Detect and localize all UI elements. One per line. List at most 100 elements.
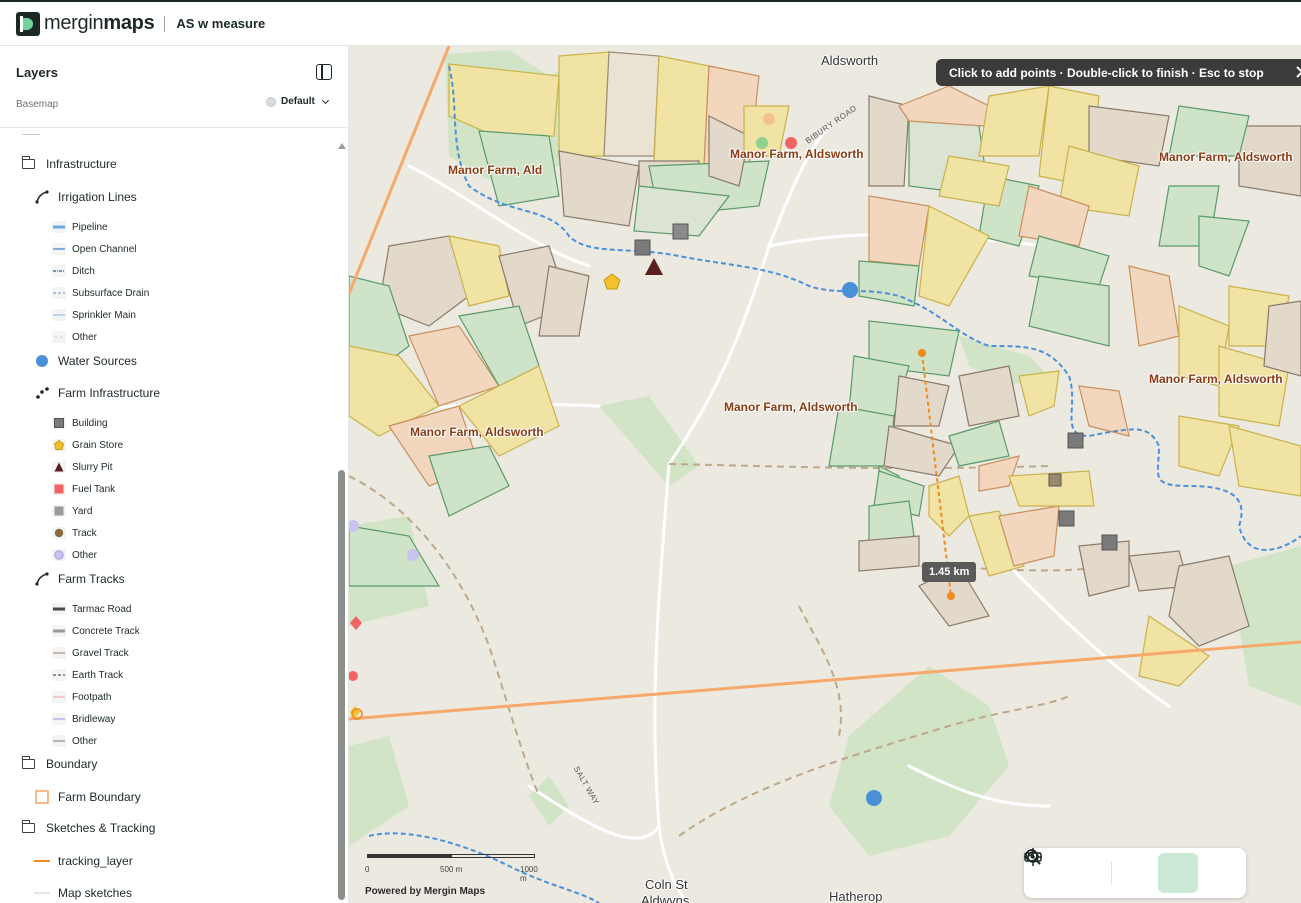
scale-tick-end: 1000 m — [520, 865, 538, 883]
legend-footpath: Footpath — [52, 691, 111, 703]
layer-map-sketches[interactable]: Map sketches — [34, 885, 132, 901]
header-divider — [164, 15, 166, 32]
legend-slurry-pit: Slurry Pit — [52, 461, 113, 473]
sidebar-toggle-icon[interactable] — [316, 64, 332, 80]
attribution[interactable]: Powered by Mergin Maps — [365, 886, 485, 897]
gravel-track-symbol-icon — [52, 647, 66, 659]
legend-building: Building — [52, 417, 108, 429]
layer-tracking[interactable]: tracking_layer — [34, 853, 133, 869]
folder-icon — [21, 756, 35, 769]
legend-concrete-track: Concrete Track — [52, 625, 140, 637]
layer-irrigation-lines[interactable]: Irrigation Lines — [34, 189, 137, 205]
scale-tick-mid: 500 m — [440, 865, 463, 874]
app-header: merginmaps AS w measure — [0, 0, 1301, 46]
line-layer-icon — [34, 189, 50, 205]
measure-button[interactable] — [1024, 852, 1198, 893]
legend-open-channel: Open Channel — [52, 243, 137, 255]
mergin-logo-icon[interactable] — [16, 11, 40, 36]
other-line-symbol-icon — [52, 735, 66, 747]
legend-fuel-tank: Fuel Tank — [52, 483, 115, 495]
layer-farm-infrastructure[interactable]: Farm Infrastructure — [34, 385, 160, 401]
other-line-symbol-icon — [52, 331, 66, 343]
place-label: Aldsworth — [821, 53, 879, 68]
place-label: Aldwyns — [641, 893, 690, 903]
map-toolbar — [1024, 848, 1246, 898]
legend-subsurface-drain: Subsurface Drain — [52, 287, 149, 299]
tarmac-road-symbol-icon — [52, 603, 66, 615]
legend-pipeline: Pipeline — [52, 221, 108, 233]
ditch-symbol-icon — [52, 265, 66, 277]
basemap-label: Basemap — [16, 99, 59, 110]
yard-symbol-icon — [52, 505, 66, 517]
close-icon[interactable] — [1294, 64, 1301, 80]
fuel-tank-symbol-icon — [52, 483, 66, 495]
layer-water-sources[interactable]: Water Sources — [34, 353, 137, 369]
layer-farm-tracks[interactable]: Farm Tracks — [34, 571, 125, 587]
track-symbol-icon — [52, 527, 66, 539]
layer-label: Map sketches — [58, 886, 133, 900]
concrete-track-symbol-icon — [52, 625, 66, 637]
tracking-line-icon — [34, 853, 50, 869]
logo-text-bold: maps — [103, 12, 155, 34]
layers-panel: Layers Basemap Default Infrastructure Ir… — [0, 46, 349, 903]
sketch-icon — [34, 885, 50, 901]
point-layer-icon — [34, 385, 50, 401]
legend-infra-other: Other — [52, 549, 97, 561]
layer-scrollbar-thumb[interactable] — [338, 470, 345, 900]
open-channel-symbol-icon — [52, 243, 66, 255]
group-infrastructure[interactable]: Infrastructure — [21, 156, 117, 171]
group-label: Infrastructure — [46, 157, 117, 171]
layer-label: Irrigation Lines — [58, 190, 137, 204]
layer-label: tracking_layer — [58, 854, 133, 868]
layer-label: Farm Boundary — [58, 790, 141, 804]
folder-icon — [21, 820, 35, 833]
legend-ditch: Ditch — [52, 265, 95, 277]
locate-button[interactable] — [1024, 848, 1148, 887]
clipped-row — [22, 131, 40, 135]
scale-bar: 0 500 m 1000 m — [365, 854, 538, 883]
layer-farm-boundary[interactable]: Farm Boundary — [34, 789, 141, 805]
polygon-outline-icon — [34, 789, 50, 805]
basemap-value: Default — [281, 96, 315, 107]
layer-label: Farm Tracks — [58, 572, 125, 586]
zoom-out-button[interactable] — [1025, 849, 1101, 887]
legend-tarmac-road: Tarmac Road — [52, 603, 131, 615]
basemap-select[interactable]: Default — [266, 96, 329, 107]
line-layer-icon — [34, 571, 50, 587]
toolbar-divider — [1111, 862, 1112, 884]
project-title: AS w measure — [176, 16, 266, 31]
field-label: Manor Farm, Aldsworth — [1159, 150, 1293, 164]
legend-gravel-track: Gravel Track — [52, 647, 129, 659]
layers-title: Layers — [16, 65, 58, 80]
place-label: Hatherop — [829, 889, 883, 903]
legend-track-point: Track — [52, 527, 97, 539]
group-label: Boundary — [46, 757, 98, 771]
scale-bar-graphic — [367, 854, 535, 858]
legend-irrigation-other: Other — [52, 331, 97, 343]
grain-store-symbol-icon — [52, 439, 66, 451]
bridleway-symbol-icon — [52, 713, 66, 725]
legend-bridleway: Bridleway — [52, 713, 115, 725]
scale-tick-zero: 0 — [365, 865, 370, 874]
legend-yard: Yard — [52, 505, 92, 517]
scroll-up-icon[interactable] — [338, 143, 346, 149]
chevron-down-icon — [321, 96, 329, 104]
banner-text: Click to add points · Double-click to fi… — [949, 65, 1264, 80]
pipeline-symbol-icon — [52, 221, 66, 233]
other-point-symbol-icon — [52, 549, 66, 561]
measure-instructions-banner: Click to add points · Double-click to fi… — [936, 59, 1301, 86]
place-label: Coln St — [645, 877, 688, 892]
building-symbol-icon — [52, 417, 66, 429]
map-canvas[interactable]: Manor Farm, Ald Manor Farm, Aldsworth Ma… — [349, 46, 1301, 903]
app-logo[interactable]: merginmaps — [44, 12, 155, 35]
water-point-icon — [34, 353, 50, 369]
group-boundary[interactable]: Boundary — [21, 756, 98, 771]
sprinkler-main-symbol-icon — [52, 309, 66, 321]
slurry-pit-symbol-icon — [52, 461, 66, 473]
search-button[interactable] — [1025, 849, 1232, 887]
legend-sprinkler-main: Sprinkler Main — [52, 309, 136, 321]
group-sketches-tracking[interactable]: Sketches & Tracking — [21, 820, 155, 835]
field-label: Manor Farm, Aldsworth — [730, 147, 864, 161]
layer-tree[interactable]: Infrastructure Irrigation Lines Pipeline… — [0, 129, 349, 903]
folder-icon — [21, 156, 35, 169]
